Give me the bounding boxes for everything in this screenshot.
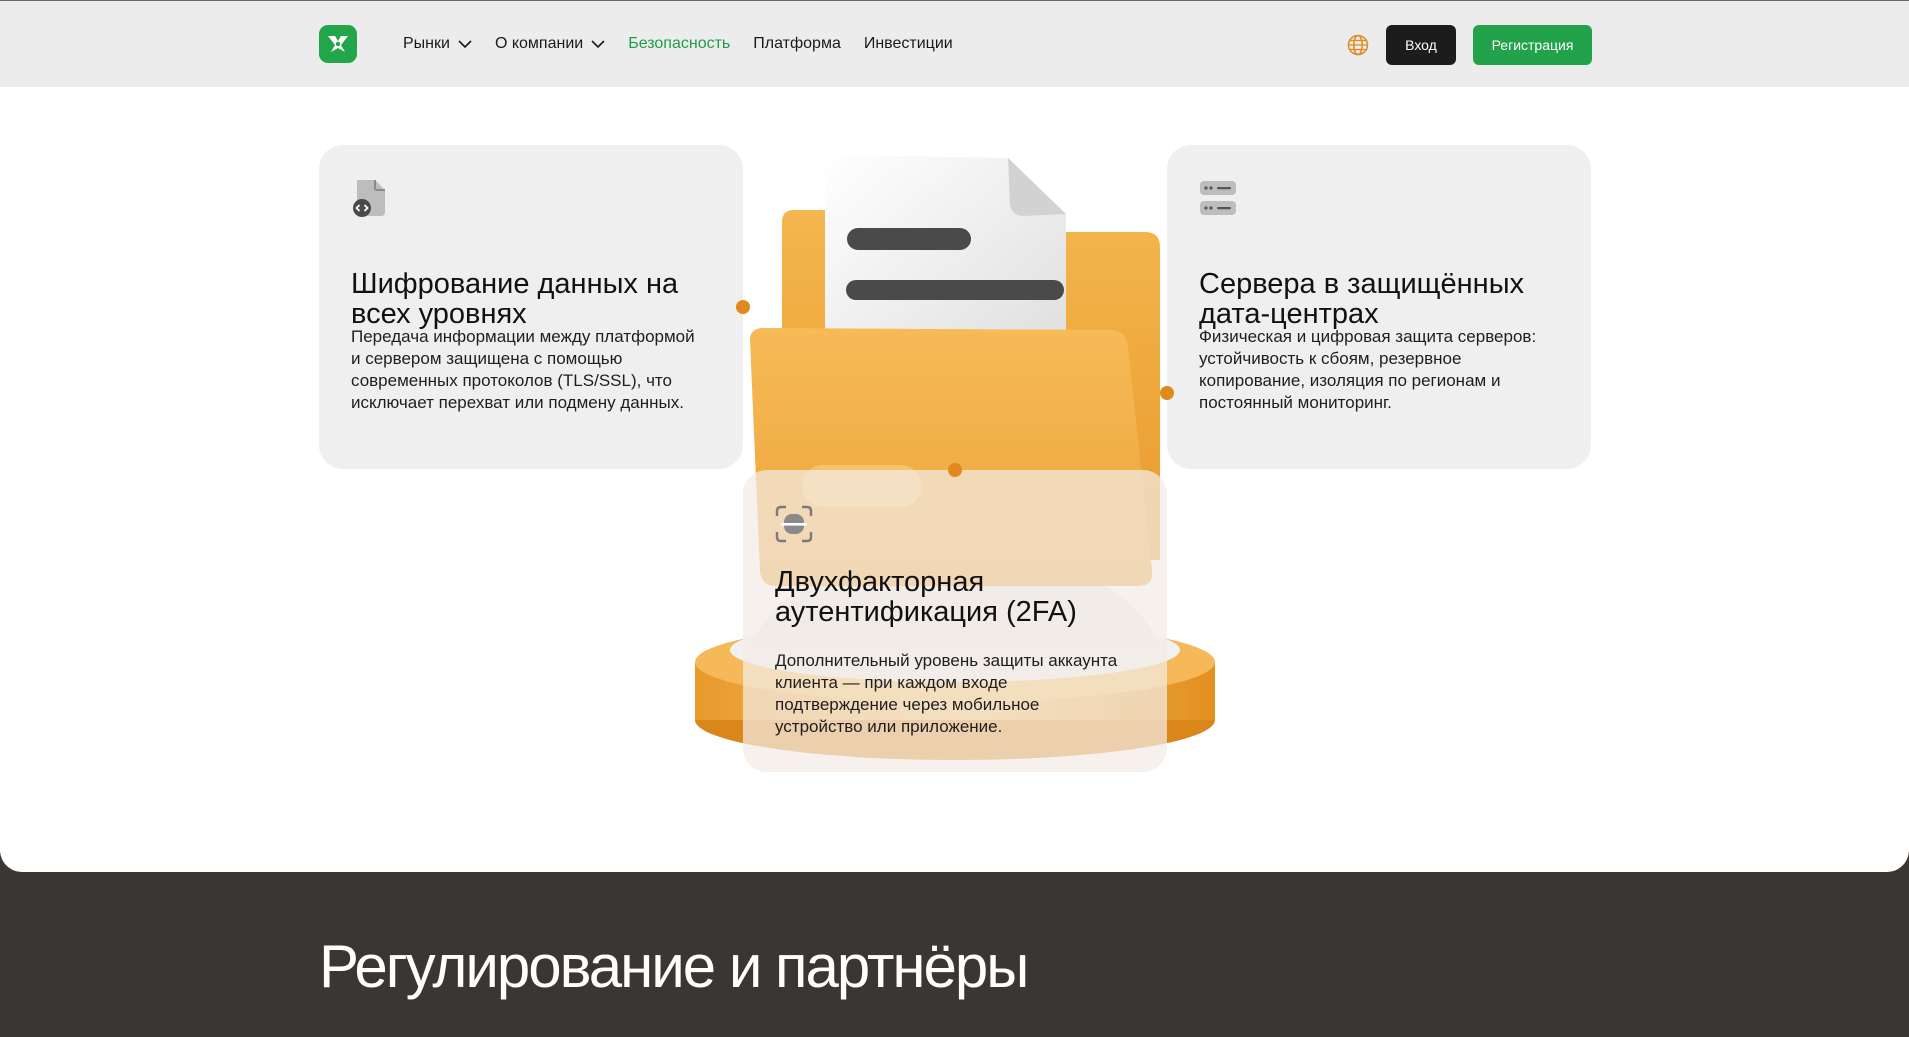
feature-title: Шифрование данных на всех уровнях bbox=[351, 268, 679, 330]
login-button[interactable]: Вход bbox=[1386, 25, 1456, 65]
connector-dot bbox=[736, 300, 750, 314]
feature-title: Сервера в защищённых дата-центрах bbox=[1199, 268, 1525, 330]
nav-item-security[interactable]: Безопасность bbox=[628, 35, 730, 53]
nav-item-about[interactable]: О компании bbox=[495, 35, 605, 53]
connector-dot bbox=[1160, 386, 1174, 400]
nav-item-platform[interactable]: Платформа bbox=[753, 35, 841, 53]
nav-item-label: Инвестиции bbox=[863, 35, 953, 52]
feature-title: Двухфакторная аутентификация (2FA) bbox=[775, 566, 1077, 628]
nav-item-label: Безопасность bbox=[628, 35, 731, 52]
nav-item-label: О компании bbox=[494, 35, 584, 52]
globe-icon[interactable] bbox=[1347, 34, 1369, 56]
connector-dot bbox=[948, 463, 962, 477]
feature-description: Передача информации между платформой и с… bbox=[351, 327, 695, 412]
feature-description: Дополнительный уровень защиты аккаунта к… bbox=[775, 651, 1118, 736]
brand-logo-icon[interactable] bbox=[319, 25, 357, 63]
chevron-down-icon bbox=[458, 39, 472, 48]
nav-item-label: Рынки bbox=[403, 35, 450, 52]
feature-card-2fa: Двухфакторная аутентификация (2FA) Допол… bbox=[743, 470, 1167, 772]
main-nav: Рынки О компании Безопасность Платформа … bbox=[403, 1, 953, 87]
chevron-down-icon bbox=[591, 39, 605, 48]
nav-item-label: Платформа bbox=[753, 35, 841, 52]
feature-description: Физическая и цифровая защита серверов: у… bbox=[1199, 327, 1537, 412]
nav-item-investments[interactable]: Инвестиции bbox=[864, 35, 953, 53]
section-divider bbox=[0, 832, 1909, 872]
server-icon bbox=[1200, 181, 1236, 215]
section-heading: Регулирование и партнёры bbox=[319, 933, 1029, 1000]
register-button[interactable]: Регистрация bbox=[1473, 25, 1592, 65]
feature-card-encryption: Шифрование данных на всех уровнях Переда… bbox=[319, 145, 743, 469]
nav-item-markets[interactable]: Рынки bbox=[403, 35, 472, 53]
face-scan-icon bbox=[775, 505, 813, 543]
regulation-section: Регулирование и партнёры bbox=[0, 872, 1909, 1037]
feature-card-servers: Сервера в защищённых дата-центрах Физиче… bbox=[1167, 145, 1591, 469]
site-header: Рынки О компании Безопасность Платформа … bbox=[0, 1, 1909, 87]
encrypted-file-icon bbox=[353, 180, 385, 217]
